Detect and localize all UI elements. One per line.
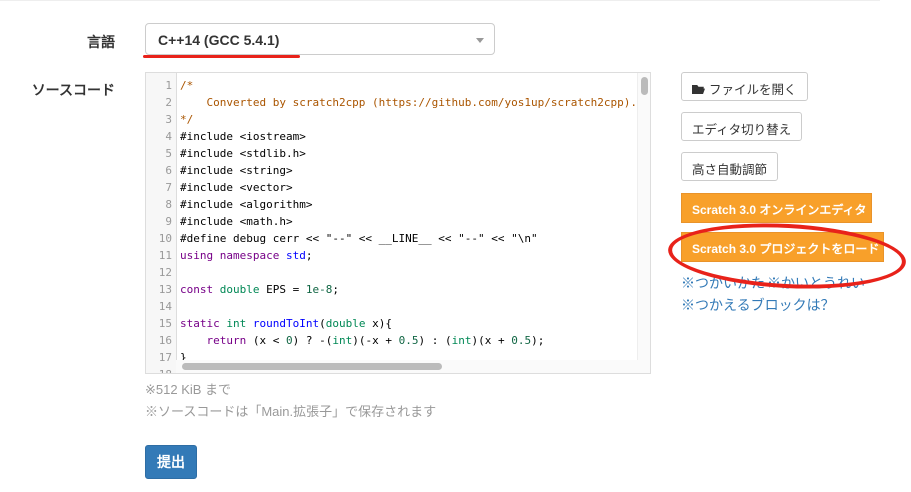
code-token: (	[319, 317, 326, 330]
code-token: ) ? -(	[292, 334, 333, 347]
code-token: roundToInt	[252, 317, 320, 330]
filename-note: ※ソースコードは「Main.拡張子」で保存されます	[145, 404, 437, 419]
code-token: #include <stdlib.h>	[180, 147, 306, 160]
code-line: Converted by scratch2cpp (https://github…	[180, 94, 637, 111]
line-number: 15	[158, 317, 172, 330]
code-token: namespace	[219, 249, 280, 262]
line-number: 12	[158, 266, 172, 279]
code-line: return (x < 0) ? -(int)(-x + 0.5) : (int…	[180, 332, 545, 349]
chevron-down-icon	[476, 38, 484, 43]
line-number: 2	[165, 96, 172, 109]
code-line: */	[180, 111, 193, 128]
line-number: 6	[165, 164, 172, 177]
code-line: const double EPS = 1e-8;	[180, 281, 339, 298]
toggle-editor-button[interactable]: エディタ切り替え	[681, 112, 803, 141]
code-line: #include <stdlib.h>	[180, 145, 306, 162]
code-token: double	[325, 317, 366, 330]
code-token: 0	[286, 334, 293, 347]
code-token: ;	[305, 249, 313, 262]
code-token: int	[226, 317, 247, 330]
code-token: int	[332, 334, 353, 347]
code-token: );	[531, 334, 545, 347]
language-value: C++14 (GCC 5.4.1)	[158, 32, 280, 48]
code-line: #define debug cerr << "--" << __LINE__ <…	[180, 230, 538, 247]
code-token: #include <algorithm>	[180, 198, 313, 211]
code-token: #include <vector>	[180, 181, 293, 194]
size-limit-note: ※512 KiB まで	[145, 382, 232, 397]
code-line: #include <math.h>	[180, 213, 293, 230]
code-token: (x <	[246, 334, 286, 347]
code-token: std	[285, 249, 306, 262]
code-token: 0.5	[398, 334, 419, 347]
line-number: 5	[165, 147, 172, 160]
code-token: x){	[365, 317, 392, 330]
code-token: EPS =	[259, 283, 306, 296]
code-token: int	[451, 334, 472, 347]
code-token: static	[180, 317, 220, 330]
line-number: 4	[165, 130, 172, 143]
language-label: 言語	[87, 34, 115, 50]
line-number: 9	[165, 215, 172, 228]
code-token: /*	[180, 79, 194, 92]
code-line: /*	[180, 77, 193, 94]
code-line: static int roundToInt(double x){	[180, 315, 392, 332]
code-token: 0.5	[511, 334, 532, 347]
line-number: 17	[158, 351, 172, 364]
code-token: #include <math.h>	[180, 215, 293, 228]
line-number: 18	[146, 366, 172, 373]
vertical-scrollbar-track[interactable]	[637, 73, 650, 363]
line-number: 10	[158, 232, 172, 245]
code-line: #include <string>	[180, 162, 293, 179]
code-editor[interactable]: 1 /* 2 Converted by scratch2cpp (https://g…	[145, 72, 651, 374]
code-line: #include <iostream>	[180, 128, 306, 145]
annotation-underline	[143, 55, 300, 58]
line-number: 14	[158, 300, 172, 313]
open-file-label: ファイルを開く	[709, 83, 797, 97]
line-number: 13	[158, 283, 172, 296]
auto-height-button[interactable]: 高さ自動調節	[681, 152, 779, 181]
divider	[0, 0, 880, 1]
code-token: ) : (	[418, 334, 452, 347]
line-number: 16	[158, 334, 172, 347]
scratch-editor-button[interactable]: Scratch 3.0 オンラインエディタ	[681, 193, 872, 223]
code-token: ;	[332, 283, 339, 296]
code-token: using	[180, 249, 214, 262]
line-number: 7	[165, 181, 172, 194]
code-token: const	[180, 283, 214, 296]
code-token: )(-x +	[352, 334, 399, 347]
code-line: #include <algorithm>	[180, 196, 312, 213]
language-select[interactable]: C++14 (GCC 5.4.1)	[145, 23, 495, 55]
line-number: 1	[165, 79, 172, 92]
code-token: */	[180, 113, 194, 126]
code-token: )(x +	[471, 334, 512, 347]
code-token: Converted by scratch2cpp (https://github…	[180, 96, 637, 109]
horizontal-scrollbar[interactable]	[182, 363, 442, 370]
code-token: #include <iostream>	[180, 130, 306, 143]
line-number: 11	[158, 249, 172, 262]
vertical-scrollbar[interactable]	[641, 77, 648, 95]
folder-open-icon	[692, 85, 705, 94]
code-line: #include <vector>	[180, 179, 293, 196]
code-token: return	[206, 334, 247, 347]
source-label: ソースコード	[31, 82, 115, 98]
code-token: #define debug cerr << "--" << __LINE__ <…	[180, 232, 538, 245]
open-file-button[interactable]: ファイルを開く	[681, 72, 808, 101]
submit-button[interactable]: 提出	[145, 445, 197, 479]
code-token: 1e-8	[305, 283, 333, 296]
code-token: double	[219, 283, 260, 296]
line-number: 3	[165, 113, 172, 126]
code-token: #include <string>	[180, 164, 293, 177]
line-number: 8	[165, 198, 172, 211]
code-line: using namespace std;	[180, 247, 312, 264]
blocks-link[interactable]: ※つかえるブロックは？	[681, 295, 835, 315]
